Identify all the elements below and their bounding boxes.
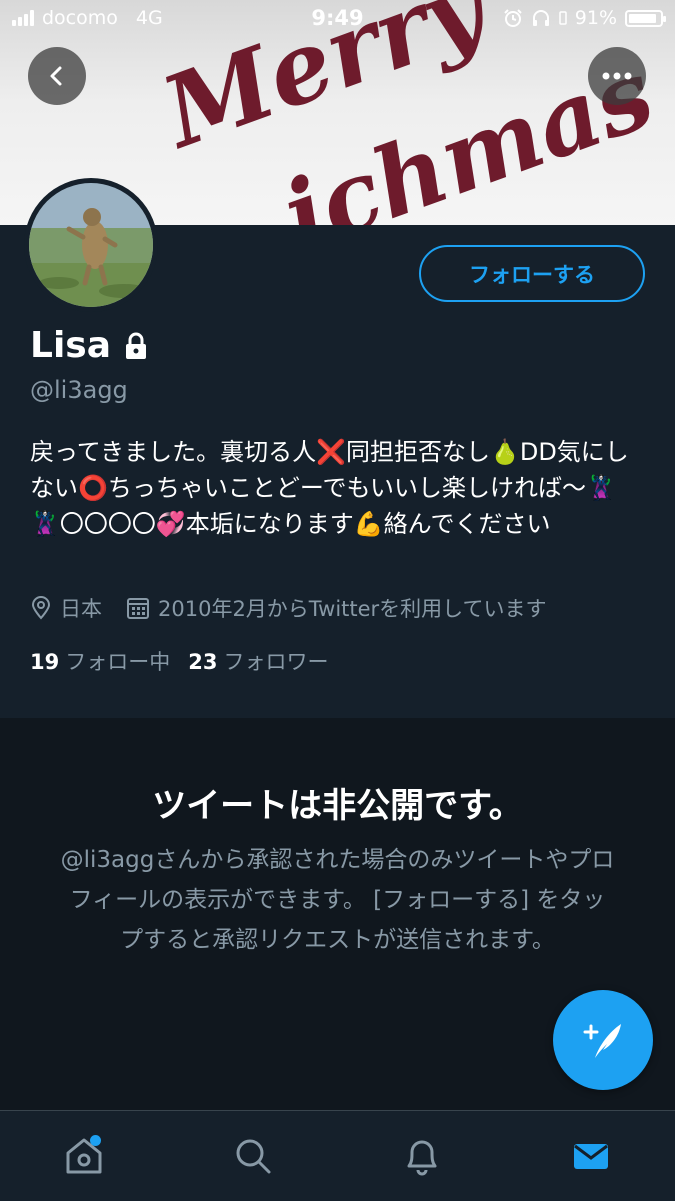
follow-counts: 19 フォロー中 23 フォロワー (30, 646, 328, 676)
following-link[interactable]: 19 フォロー中 (30, 646, 170, 676)
tab-messages[interactable] (551, 1121, 631, 1191)
tab-notifications[interactable] (382, 1121, 462, 1191)
tab-search[interactable] (213, 1121, 293, 1191)
calendar-icon (127, 598, 149, 619)
marmot-photo (29, 183, 153, 307)
battery-level-fill (629, 13, 656, 23)
follow-button[interactable]: フォローする (419, 245, 645, 302)
back-arrow-icon (50, 66, 62, 86)
search-icon (236, 1139, 271, 1174)
headphones-icon (532, 10, 549, 26)
location-text: 日本 (60, 597, 102, 621)
followers-link[interactable]: 23 フォロワー (188, 646, 328, 676)
profile-name-row: Lisa (30, 325, 149, 366)
private-description: @li3aggさんから承認された場合のみツイートやプロフィールの表示ができます。… (60, 847, 615, 953)
followers-label: フォロワー (223, 650, 329, 674)
location-pin-icon (31, 596, 51, 620)
avatar[interactable] (24, 178, 158, 312)
profile-bio: 戻ってきました。裏切る人❌同担拒否なし🍐DD気にしない⭕ちっちゃいことどーでもい… (30, 438, 629, 538)
mail-icon (573, 1144, 608, 1169)
tab-home[interactable] (44, 1121, 124, 1191)
private-title: ツイートは非公開です。 (152, 786, 523, 826)
alarm-icon (504, 9, 522, 27)
profile-joined: 2010年2月からTwitterを利用しています (126, 593, 547, 623)
profile-meta: 日本 2010年2月からTwitterを利用しています (30, 593, 571, 623)
bottom-tab-bar (0, 1110, 675, 1201)
followers-count: 23 (188, 650, 218, 674)
compose-quill-icon (583, 1024, 621, 1058)
battery-icon (625, 9, 666, 27)
more-dots-icon (602, 72, 632, 80)
bell-icon (407, 1140, 437, 1176)
following-count: 19 (30, 650, 60, 674)
joined-text: 2010年2月からTwitterを利用しています (158, 597, 547, 621)
portrait-lock-icon (559, 11, 567, 25)
back-button[interactable] (28, 47, 86, 105)
more-options-button[interactable] (588, 47, 646, 105)
battery-percent: 91% (574, 7, 617, 29)
profile-handle: @li3agg (30, 376, 128, 404)
compose-tweet-button[interactable] (553, 990, 653, 1090)
status-bar: docomo 4G 9:49 91% (0, 0, 675, 38)
lock-icon (126, 332, 146, 359)
profile-name: Lisa (30, 325, 111, 366)
following-label: フォロー中 (65, 650, 171, 674)
profile-location: 日本 (30, 593, 102, 623)
